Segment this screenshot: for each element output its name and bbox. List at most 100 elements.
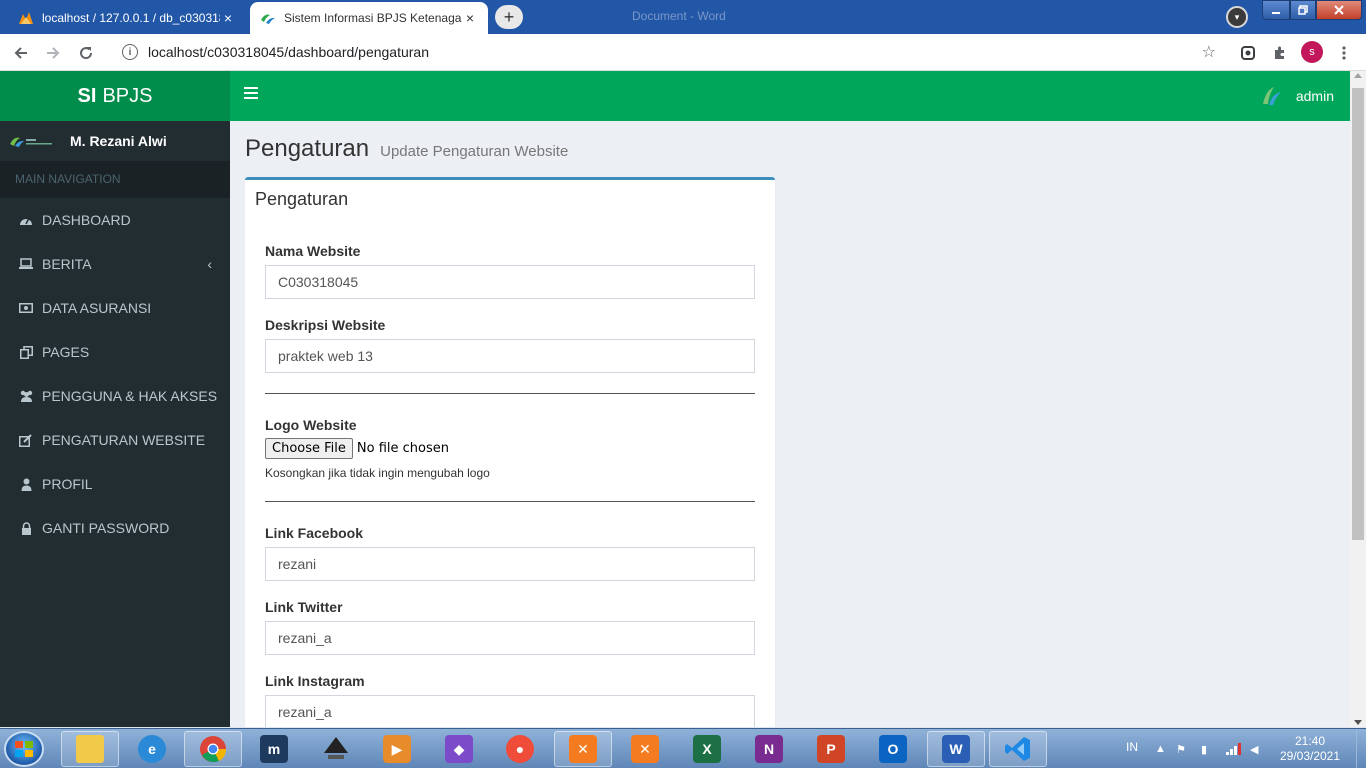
xampp-control-icon[interactable]: ✕ xyxy=(616,731,674,767)
content-header: Pengaturan Update Pengaturan Website xyxy=(245,135,568,163)
onenote-icon[interactable]: N xyxy=(740,731,798,767)
vscode-icon[interactable] xyxy=(989,731,1047,767)
new-tab-button[interactable]: + xyxy=(495,5,523,29)
users-icon xyxy=(18,390,34,402)
divider xyxy=(265,393,755,394)
logo-file-input: Choose File No file chosen xyxy=(265,438,449,459)
sidebar-item-pengaturan-website[interactable]: PENGATURAN WEBSITE xyxy=(0,418,230,462)
address-bar: i localhost/c030318045/dashboard/pengatu… xyxy=(0,34,1366,71)
edit-icon xyxy=(18,433,34,447)
copy-icon xyxy=(18,345,34,359)
show-desktop-button[interactable] xyxy=(1356,729,1366,768)
sidebar-item-berita[interactable]: BERITA ‹ xyxy=(0,242,230,286)
deskripsi-website-input[interactable] xyxy=(265,339,755,373)
windows-logo-icon xyxy=(15,741,33,757)
media-player-icon[interactable]: ▶ xyxy=(368,731,426,767)
admin-app: SI BPJS admin M. Rezani Alwi MAIN NAVIGA… xyxy=(0,71,1350,727)
top-navbar: admin xyxy=(230,71,1350,121)
nama-website-input[interactable] xyxy=(265,265,755,299)
tab-title: Sistem Informasi BPJS Ketenagakerjaan xyxy=(284,11,462,25)
back-icon[interactable] xyxy=(10,42,32,64)
sidebar-item-ganti-password[interactable]: GANTI PASSWORD xyxy=(0,506,230,550)
xampp-icon[interactable]: ✕ xyxy=(554,731,612,767)
kebab-menu-icon[interactable] xyxy=(1334,43,1354,63)
photo-icon[interactable]: ● xyxy=(491,731,549,767)
tab-phpmyadmin[interactable]: localhost / 127.0.0.1 / db_c030318045 × xyxy=(8,2,246,34)
sidebar-item-dashboard[interactable]: DASHBOARD xyxy=(0,198,230,242)
sidebar-item-label: DASHBOARD xyxy=(42,212,131,228)
visual-studio-icon[interactable]: ◆ xyxy=(430,731,488,767)
network-icon[interactable] xyxy=(1226,743,1241,755)
choose-file-button[interactable]: Choose File xyxy=(265,438,353,459)
sidebar-item-label: PENGGUNA & HAK AKSES xyxy=(42,388,218,404)
reload-icon[interactable] xyxy=(75,42,97,64)
sidebar-item-pages[interactable]: PAGES xyxy=(0,330,230,374)
deskripsi-website-label: Deskripsi Website xyxy=(265,317,386,333)
windows-taskbar: e m ▶ ◆ ● ✕ ✕ X N P O W IN ▲ ⚑ ▮ ◀ 21:40… xyxy=(0,728,1366,768)
url-field[interactable]: i localhost/c030318045/dashboard/pengatu… xyxy=(110,38,1230,66)
bpjs-logo xyxy=(10,137,52,147)
sidebar-toggle-icon[interactable] xyxy=(244,87,258,101)
sidebar: M. Rezani Alwi MAIN NAVIGATION DASHBOARD… xyxy=(0,121,230,727)
maximize-button[interactable] xyxy=(1290,0,1316,20)
laptop-icon xyxy=(18,258,34,270)
clock-time: 21:40 xyxy=(1294,734,1326,748)
link-instagram-input[interactable] xyxy=(265,695,755,727)
clock[interactable]: 21:40 29/03/2021 xyxy=(1278,734,1342,764)
inkscape-icon[interactable] xyxy=(307,731,365,767)
link-instagram-label: Link Instagram xyxy=(265,673,365,689)
lock-icon xyxy=(18,521,34,535)
extension-icon[interactable] xyxy=(1238,43,1258,63)
excel-icon[interactable]: X xyxy=(678,731,736,767)
sidebar-menu: DASHBOARD BERITA ‹ DATA ASURANSI PAGES P… xyxy=(0,198,230,550)
chevron-left-icon: ‹ xyxy=(207,256,212,272)
scroll-thumb[interactable] xyxy=(1352,88,1364,540)
puzzle-icon[interactable] xyxy=(1270,43,1290,63)
divider xyxy=(265,501,755,502)
page-scrollbar[interactable] xyxy=(1350,71,1366,727)
moodle-icon[interactable]: m xyxy=(245,731,303,767)
word-icon[interactable]: W xyxy=(927,731,985,767)
info-icon[interactable]: i xyxy=(122,44,138,60)
outlook-icon[interactable]: O xyxy=(864,731,922,767)
content-area: Pengaturan Update Pengaturan Website Pen… xyxy=(230,121,1350,727)
forward-icon[interactable] xyxy=(42,42,64,64)
sidebar-item-data-asuransi[interactable]: DATA ASURANSI xyxy=(0,286,230,330)
logo-help-text: Kosongkan jika tidak ingin mengubah logo xyxy=(265,466,490,480)
sidebar-username: M. Rezani Alwi xyxy=(70,133,167,149)
profile-avatar[interactable]: s xyxy=(1301,41,1323,63)
file-explorer-icon[interactable] xyxy=(61,731,119,767)
bpjs-favicon-icon xyxy=(260,10,276,26)
tab-close-icon[interactable]: × xyxy=(220,10,236,26)
link-facebook-label: Link Facebook xyxy=(265,525,364,541)
close-window-button[interactable] xyxy=(1316,0,1362,20)
internet-explorer-icon[interactable]: e xyxy=(123,731,181,767)
browser-tab-bar: localhost / 127.0.0.1 / db_c030318045 × … xyxy=(0,0,1366,34)
user-menu[interactable]: admin xyxy=(1260,71,1334,121)
link-twitter-input[interactable] xyxy=(265,621,755,655)
action-center-icon[interactable]: ⚑ xyxy=(1176,743,1188,756)
tab-bpjs[interactable]: Sistem Informasi BPJS Ketenagakerjaan × xyxy=(250,2,488,34)
volume-icon[interactable]: ◀ xyxy=(1250,743,1262,756)
tab-search-icon[interactable]: ▾ xyxy=(1226,6,1248,28)
scroll-up-icon[interactable] xyxy=(1354,73,1362,78)
tray-expand-icon[interactable]: ▲ xyxy=(1155,743,1167,755)
user-logo-icon xyxy=(1262,87,1281,105)
phpmyadmin-icon xyxy=(18,10,34,26)
start-button[interactable] xyxy=(4,731,44,767)
sidebar-item-profil[interactable]: PROFIL xyxy=(0,462,230,506)
power-icon[interactable]: ▮ xyxy=(1201,743,1213,756)
bookmark-star-icon[interactable]: ☆ xyxy=(1202,42,1216,62)
scroll-down-icon[interactable] xyxy=(1354,720,1362,725)
brand-logo[interactable]: SI BPJS xyxy=(0,71,230,121)
minimize-button[interactable] xyxy=(1262,0,1290,20)
user-panel: M. Rezani Alwi xyxy=(0,121,230,161)
language-indicator[interactable]: IN xyxy=(1126,740,1138,754)
powerpoint-icon[interactable]: P xyxy=(802,731,860,767)
sidebar-item-pengguna[interactable]: PENGGUNA & HAK AKSES xyxy=(0,374,230,418)
sidebar-item-label: PENGATURAN WEBSITE xyxy=(42,432,206,448)
link-facebook-input[interactable] xyxy=(265,547,755,581)
tab-close-icon[interactable]: × xyxy=(462,10,478,26)
brand-bold: SI xyxy=(77,84,97,107)
chrome-icon[interactable] xyxy=(184,731,242,767)
